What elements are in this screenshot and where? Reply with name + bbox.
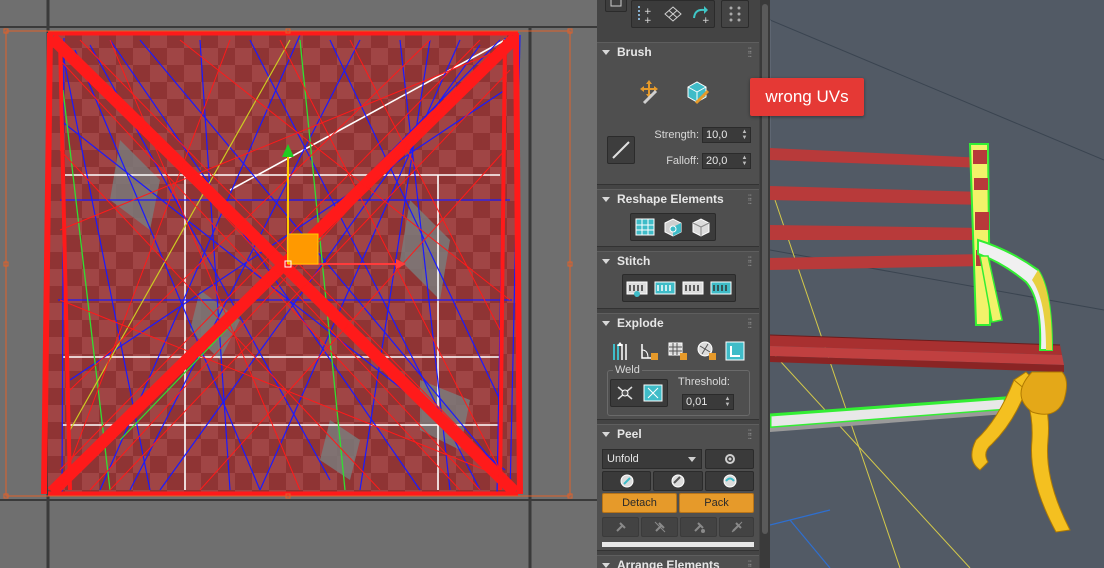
top-tool-strip: + + + xyxy=(631,0,715,28)
explode-tool-strip xyxy=(606,337,750,365)
reshape-elements-rollout: Reshape Elements :::: xyxy=(597,189,759,247)
break-icon[interactable] xyxy=(607,339,635,363)
pack-button[interactable]: Pack xyxy=(679,493,754,513)
flatten-by-angle-icon[interactable] xyxy=(636,339,664,363)
brush-rollout-header[interactable]: Brush :::: xyxy=(597,43,759,61)
pin-toolbar-button[interactable] xyxy=(605,0,627,12)
lscm-icon[interactable] xyxy=(602,471,651,491)
arrange-rollout-header[interactable]: Arrange Elements :::: xyxy=(597,556,759,568)
flatten-by-polygon-icon[interactable] xyxy=(664,339,692,363)
peel-mode-value: Unfold xyxy=(607,453,639,465)
collapse-arrow-icon xyxy=(602,49,610,55)
detach-button[interactable]: Detach xyxy=(602,493,677,513)
arrange-title: Arrange Elements xyxy=(617,558,720,568)
threshold-value: 0,01 xyxy=(686,396,708,408)
falloff-spinner[interactable]: 20,0 ▲ ▼ xyxy=(702,153,751,169)
stitch-rollout-header[interactable]: Stitch :::: xyxy=(597,252,759,270)
drag-grip-icon[interactable]: :::: xyxy=(748,193,752,206)
spinner-arrows-icon[interactable]: ▲ ▼ xyxy=(724,396,731,408)
explode-rollout-header[interactable]: Explode :::: xyxy=(597,314,759,332)
peel-progress-bar xyxy=(602,542,754,547)
peel-title: Peel xyxy=(617,427,642,441)
svg-text:+: + xyxy=(702,16,710,24)
uv-editor-viewport[interactable] xyxy=(0,0,597,568)
svg-text:+: + xyxy=(644,16,652,24)
drag-grip-icon[interactable]: :::: xyxy=(748,317,752,330)
stitch-rollout: Stitch :::: xyxy=(597,251,759,309)
stitch-average-icon[interactable] xyxy=(680,276,707,300)
strength-label: Strength: xyxy=(654,129,699,141)
stitch-source-icon[interactable] xyxy=(707,276,734,300)
threshold-label: Threshold: xyxy=(678,376,730,388)
grid-straighten-icon[interactable] xyxy=(632,215,659,239)
detach-label: Detach xyxy=(622,497,657,509)
relax-sphere-icon[interactable] xyxy=(687,215,714,239)
stitch-custom-icon[interactable] xyxy=(624,276,651,300)
move-brush-icon[interactable] xyxy=(635,79,663,105)
settings-icon[interactable] xyxy=(705,449,754,469)
invert-pin-icon[interactable] xyxy=(719,517,754,537)
uv-canvas[interactable] xyxy=(0,0,597,568)
pin-icon[interactable] xyxy=(602,517,639,537)
weld-selected-icon[interactable] xyxy=(612,381,639,405)
falloff-value: 20,0 xyxy=(706,155,728,167)
peel-mode-dropdown[interactable]: Unfold xyxy=(602,449,702,469)
reset-peel-icon[interactable] xyxy=(653,471,703,491)
stitch-tool-strip xyxy=(622,274,736,302)
collapse-arrow-icon xyxy=(602,431,610,437)
collapse-arrow-icon xyxy=(602,562,610,568)
callout-text: wrong UVs xyxy=(765,87,849,106)
brush-title: Brush xyxy=(617,45,652,59)
weld-legend: Weld xyxy=(613,364,642,376)
collapse-arrow-icon xyxy=(602,320,610,326)
peel-mode-icon[interactable] xyxy=(705,471,754,491)
threshold-spinner[interactable]: 0,01 ▲ ▼ xyxy=(682,394,734,410)
collapse-arrow-icon xyxy=(602,196,610,202)
chevron-down-icon xyxy=(688,457,696,462)
relax-cube-icon[interactable] xyxy=(660,215,687,239)
modifier-rollout-panel: + + + Brush :::: Strength: 10,0 ▲ ▼ Fall… xyxy=(597,0,770,568)
flatten-by-smoothing-icon[interactable] xyxy=(693,339,721,363)
arrange-elements-rollout: Arrange Elements :::: xyxy=(597,555,759,568)
weld-tool-strip xyxy=(610,379,668,407)
peel-rollout-header[interactable]: Peel :::: xyxy=(597,425,759,443)
explode-rollout: Explode :::: Weld Threshold: 0,01 ▲ ▼ xyxy=(597,313,759,420)
explode-title: Explode xyxy=(617,316,664,330)
drag-grip-icon[interactable]: :::: xyxy=(748,46,752,59)
rotate-arrow-icon[interactable]: + xyxy=(687,2,713,26)
strength-spinner[interactable]: 10,0 ▲ ▼ xyxy=(702,127,751,143)
checker-grid-icon[interactable] xyxy=(660,2,686,26)
reshape-title: Reshape Elements xyxy=(617,192,724,206)
vertex-snap-icon[interactable]: + + xyxy=(633,2,659,26)
wrong-uvs-callout: wrong UVs xyxy=(750,78,864,116)
pin-auto-icon[interactable] xyxy=(680,517,717,537)
weld-group: Weld Threshold: 0,01 ▲ ▼ xyxy=(607,364,750,416)
line-tool-icon[interactable] xyxy=(607,136,635,164)
reshape-tool-strip xyxy=(630,213,716,241)
reshape-rollout-header[interactable]: Reshape Elements :::: xyxy=(597,190,759,208)
drag-grip-icon[interactable]: :::: xyxy=(748,428,752,441)
strength-value: 10,0 xyxy=(706,129,728,141)
align-dots-icon[interactable] xyxy=(721,0,749,28)
relax-brush-icon[interactable] xyxy=(683,79,711,105)
stitch-target-icon[interactable] xyxy=(652,276,679,300)
drag-grip-icon[interactable]: :::: xyxy=(748,255,752,268)
spinner-arrows-icon[interactable]: ▲ ▼ xyxy=(741,129,748,141)
spinner-arrows-icon[interactable]: ▲ ▼ xyxy=(741,155,748,167)
falloff-label: Falloff: xyxy=(666,155,699,167)
pack-label: Pack xyxy=(704,497,729,509)
weld-all-icon[interactable] xyxy=(640,381,667,405)
unpin-icon[interactable] xyxy=(641,517,678,537)
brush-rollout: Brush :::: Strength: 10,0 ▲ ▼ Falloff: 20… xyxy=(597,42,759,185)
drag-grip-icon[interactable]: :::: xyxy=(748,559,752,568)
stitch-title: Stitch xyxy=(617,254,651,268)
flatten-custom-icon[interactable] xyxy=(721,339,749,363)
collapse-arrow-icon xyxy=(602,258,610,264)
peel-rollout: Peel :::: Unfold Detach Pack xyxy=(597,424,759,551)
